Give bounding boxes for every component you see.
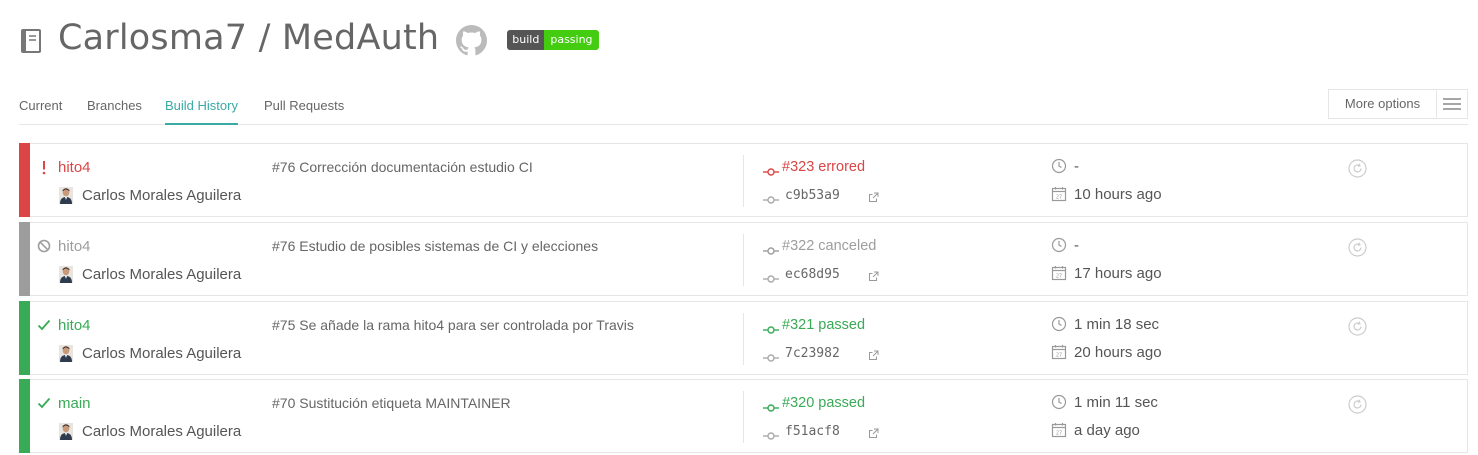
hamburger-icon[interactable] xyxy=(1436,90,1467,118)
commit-sha[interactable]: ec68d95 xyxy=(785,267,840,282)
calendar-icon: 27 xyxy=(1051,186,1067,202)
restart-build-icon[interactable] xyxy=(1348,238,1367,257)
commit-sha[interactable]: c9b53a9 xyxy=(785,188,840,203)
build-commit-icon xyxy=(763,243,779,255)
row-divider xyxy=(743,234,744,286)
build-status-stripe xyxy=(19,379,30,453)
build-status-badge[interactable]: build passing xyxy=(507,29,599,50)
commit-message[interactable]: #70 Sustitución etiqueta MAINTAINER xyxy=(272,395,511,411)
build-commit-icon xyxy=(763,400,779,412)
errored-status-icon xyxy=(36,159,52,175)
passed-status-icon xyxy=(36,395,52,411)
avatar xyxy=(59,266,73,283)
sha-commit-icon xyxy=(763,192,779,204)
external-link-icon[interactable] xyxy=(868,348,879,360)
build-number[interactable]: #322 canceled xyxy=(782,238,876,254)
build-row[interactable]: main Carlos Morales Aguilera #70 Sustitu… xyxy=(19,379,1468,453)
sha-commit-icon xyxy=(763,428,779,440)
tab-pull-requests[interactable]: Pull Requests xyxy=(264,98,344,125)
calendar-icon: 27 xyxy=(1051,265,1067,281)
tab-build-history[interactable]: Build History xyxy=(165,98,238,125)
calendar-icon: 27 xyxy=(1051,344,1067,360)
restart-build-icon[interactable] xyxy=(1348,317,1367,336)
commit-message[interactable]: #76 Estudio de posibles sistemas de CI y… xyxy=(272,238,598,254)
avatar xyxy=(59,423,73,440)
row-divider xyxy=(743,313,744,365)
restart-build-icon[interactable] xyxy=(1348,395,1367,414)
clock-icon xyxy=(1051,237,1067,253)
build-duration: - xyxy=(1074,158,1079,175)
build-commit-icon xyxy=(763,164,779,176)
build-author: Carlos Morales Aguilera xyxy=(82,266,242,283)
repo-title: Carlosma7 / MedAuth xyxy=(58,18,440,58)
build-branch[interactable]: hito4 xyxy=(58,317,91,334)
github-icon[interactable] xyxy=(456,24,488,56)
build-duration: 1 min 11 sec xyxy=(1074,394,1158,411)
build-status-stripe xyxy=(19,143,30,217)
avatar xyxy=(59,187,73,204)
build-finished: 17 hours ago xyxy=(1074,265,1162,282)
more-options-label: More options xyxy=(1344,96,1421,111)
calendar-icon: 27 xyxy=(1051,422,1067,438)
svg-text:27: 27 xyxy=(1056,274,1062,280)
commit-sha[interactable]: f51acf8 xyxy=(785,424,840,439)
clock-icon xyxy=(1051,158,1067,174)
build-number[interactable]: #320 passed xyxy=(782,395,865,411)
build-finished: a day ago xyxy=(1074,422,1140,439)
row-divider xyxy=(743,391,744,443)
build-author: Carlos Morales Aguilera xyxy=(82,423,242,440)
build-finished: 20 hours ago xyxy=(1074,344,1162,361)
repo-header: Carlosma7 / MedAuth build passing xyxy=(19,14,599,62)
build-row[interactable]: hito4 Carlos Morales Aguilera #75 Se aña… xyxy=(19,301,1468,375)
repo-tabs: Current Branches Build History Pull Requ… xyxy=(19,89,1468,125)
build-status-stripe xyxy=(19,301,30,375)
tab-current[interactable]: Current xyxy=(19,98,62,125)
build-branch[interactable]: hito4 xyxy=(58,238,91,255)
build-duration: 1 min 18 sec xyxy=(1074,316,1160,333)
avatar xyxy=(59,345,73,362)
build-duration: - xyxy=(1074,237,1079,254)
passed-status-icon xyxy=(36,317,52,333)
external-link-icon[interactable] xyxy=(868,426,879,438)
build-row[interactable]: hito4 Carlos Morales Aguilera #76 Correc… xyxy=(19,143,1468,217)
build-number[interactable]: #323 errored xyxy=(782,159,865,175)
commit-sha[interactable]: 7c23982 xyxy=(785,346,840,361)
repo-book-icon xyxy=(21,29,41,53)
tab-branches[interactable]: Branches xyxy=(87,98,142,125)
badge-label: build xyxy=(507,29,545,50)
svg-text:27: 27 xyxy=(1056,431,1062,437)
build-finished: 10 hours ago xyxy=(1074,186,1162,203)
external-link-icon[interactable] xyxy=(868,269,879,281)
sha-commit-icon xyxy=(763,350,779,362)
sha-commit-icon xyxy=(763,271,779,283)
row-divider xyxy=(743,155,744,207)
external-link-icon[interactable] xyxy=(868,190,879,202)
restart-build-icon[interactable] xyxy=(1348,159,1367,178)
build-status-stripe xyxy=(19,222,30,296)
svg-text:27: 27 xyxy=(1056,195,1062,201)
build-number[interactable]: #321 passed xyxy=(782,317,865,333)
build-branch[interactable]: main xyxy=(58,395,91,412)
build-author: Carlos Morales Aguilera xyxy=(82,187,242,204)
badge-status: passing xyxy=(544,29,599,50)
build-commit-icon xyxy=(763,322,779,334)
build-row[interactable]: hito4 Carlos Morales Aguilera #76 Estudi… xyxy=(19,222,1468,296)
commit-message[interactable]: #75 Se añade la rama hito4 para ser cont… xyxy=(272,317,634,333)
clock-icon xyxy=(1051,394,1067,410)
build-author: Carlos Morales Aguilera xyxy=(82,345,242,362)
clock-icon xyxy=(1051,316,1067,332)
build-branch[interactable]: hito4 xyxy=(58,159,91,176)
svg-text:27: 27 xyxy=(1056,353,1062,359)
commit-message[interactable]: #76 Corrección documentación estudio CI xyxy=(272,159,533,175)
more-options-button[interactable]: More options xyxy=(1328,89,1468,119)
canceled-status-icon xyxy=(36,238,52,254)
